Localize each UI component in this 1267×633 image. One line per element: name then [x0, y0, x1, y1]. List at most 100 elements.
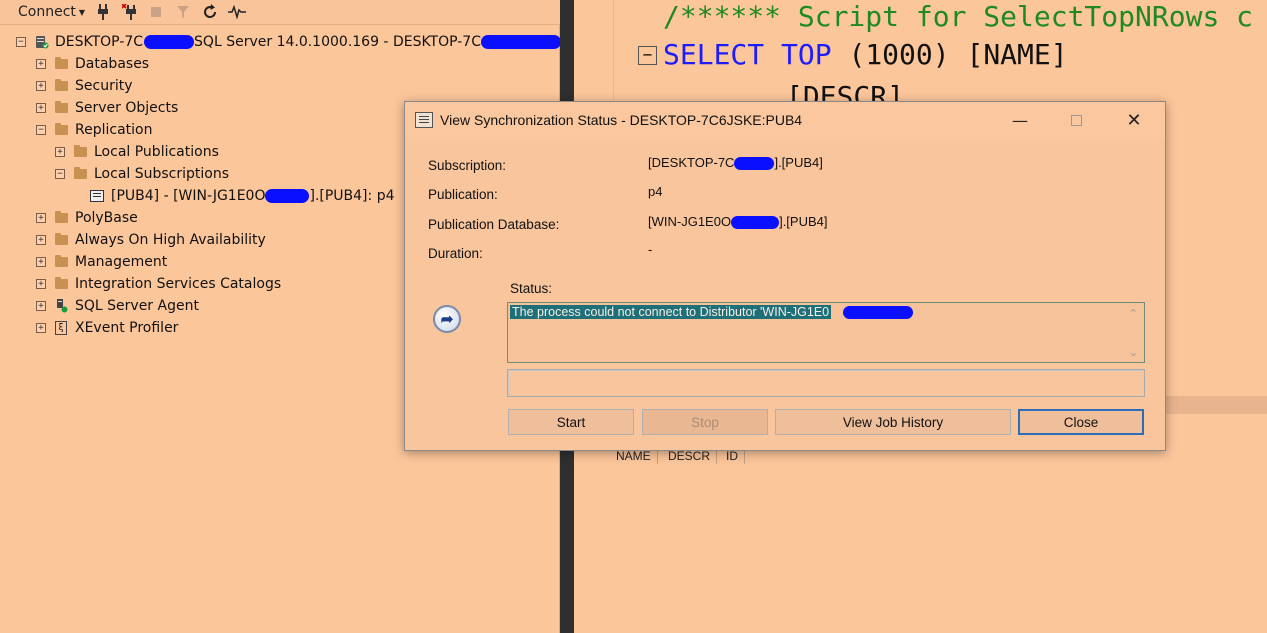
pubdb-value-suffix: ].[PUB4]	[779, 214, 828, 229]
tree-node-xevent-profiler[interactable]: + ξ XEvent Profiler	[36, 317, 178, 339]
disconnect-plug-icon[interactable]	[122, 3, 140, 21]
tree-node-always-on[interactable]: + Always On High Availability	[36, 229, 266, 251]
status-label: Status:	[510, 281, 553, 296]
redaction-mark	[731, 216, 780, 230]
connect-label: Connect	[18, 4, 76, 20]
folder-icon	[55, 57, 68, 69]
expand-icon[interactable]: +	[55, 147, 65, 157]
window-close-button[interactable]: ✕	[1111, 105, 1157, 135]
start-button[interactable]: Start	[508, 409, 634, 435]
tree-node-label: Always On High Availability	[75, 232, 266, 248]
publication-label: Publication:	[428, 187, 498, 202]
tree-node-label-prefix: [PUB4] - [WIN-JG1E0O	[111, 188, 266, 204]
folder-icon	[55, 277, 68, 289]
dialog-title: View Synchronization Status - DESKTOP-7C…	[440, 112, 803, 128]
dialog-app-icon	[415, 112, 433, 128]
tree-node-sql-server-agent[interactable]: + SQL Server Agent	[36, 295, 199, 317]
tree-node-replication[interactable]: − Replication	[36, 119, 152, 141]
column-name: [NAME]	[966, 38, 1068, 71]
subscription-value-prefix: [DESKTOP-7C	[648, 155, 735, 170]
view-job-history-button[interactable]: View Job History	[775, 409, 1011, 435]
expand-icon[interactable]: +	[36, 213, 46, 223]
maximize-button[interactable]	[1053, 105, 1099, 135]
tree-node-local-subscriptions[interactable]: − Local Subscriptions	[55, 163, 229, 185]
code-select-line[interactable]: SELECT TOP (1000) [NAME]	[663, 38, 1068, 71]
refresh-icon[interactable]	[202, 3, 218, 21]
dialog-title-bar[interactable]: View Synchronization Status - DESKTOP-7C…	[405, 102, 1165, 139]
expand-icon[interactable]: +	[36, 323, 46, 333]
code-collapse-toggle[interactable]: −	[638, 46, 657, 65]
folder-icon	[74, 167, 87, 179]
activity-monitor-icon[interactable]	[228, 3, 246, 21]
expand-icon[interactable]: +	[36, 301, 46, 311]
tree-node-label: Databases	[75, 56, 150, 72]
expand-icon[interactable]: +	[36, 81, 46, 91]
object-explorer-toolbar: Connect ▼	[0, 0, 560, 25]
top-number: 1000	[865, 38, 933, 71]
connect-plug-icon[interactable]	[96, 3, 110, 21]
maximize-icon	[1070, 114, 1082, 126]
duration-label: Duration:	[428, 246, 483, 261]
expand-icon[interactable]: +	[36, 59, 46, 69]
scroll-up-icon[interactable]: ⌃	[1129, 307, 1138, 320]
publication-database-label: Publication Database:	[428, 217, 560, 232]
collapse-icon[interactable]: −	[55, 169, 65, 179]
status-textbox[interactable]: The process could not connect to Distrib…	[507, 302, 1145, 363]
keyword-top: TOP	[781, 38, 832, 71]
server-icon	[35, 35, 49, 49]
tree-node-label: Integration Services Catalogs	[75, 276, 282, 292]
tree-node-label: Management	[75, 254, 168, 270]
folder-icon	[55, 79, 68, 91]
paren-open: (	[848, 38, 866, 71]
scroll-down-icon[interactable]: ⌄	[1129, 346, 1138, 359]
subscription-label: Subscription:	[428, 158, 507, 173]
tree-node-polybase[interactable]: + PolyBase	[36, 207, 138, 229]
expand-icon[interactable]: +	[36, 257, 46, 267]
stop-icon[interactable]	[150, 3, 162, 21]
tree-node-label-suffix: ].[PUB4]: p4	[309, 188, 395, 204]
folder-icon	[55, 255, 68, 267]
tree-node-databases[interactable]: + Databases	[36, 53, 149, 75]
expand-icon[interactable]: +	[36, 279, 46, 289]
folder-icon	[55, 123, 68, 135]
connect-dropdown[interactable]: Connect ▼	[18, 3, 85, 21]
code-comment-line[interactable]: /****** Script for SelectTopNRows c	[663, 0, 1253, 33]
tree-node-security[interactable]: + Security	[36, 75, 133, 97]
keyword-select: SELECT	[663, 38, 765, 71]
subscription-value-suffix: ].[PUB4]	[774, 155, 823, 170]
collapse-icon[interactable]: −	[16, 37, 26, 47]
progress-bar	[507, 369, 1145, 397]
tree-node-integration-services[interactable]: + Integration Services Catalogs	[36, 273, 281, 295]
filter-icon[interactable]	[176, 3, 190, 21]
tree-node-subscription-pub4[interactable]: [PUB4] - [WIN-JG1E0O ].[PUB4]: p4	[90, 185, 394, 207]
subscription-value: [DESKTOP-7C ].[PUB4]	[648, 155, 823, 171]
agent-icon	[55, 299, 68, 313]
server-label-prefix: DESKTOP-7C	[55, 34, 144, 50]
paren-close: )	[932, 38, 950, 71]
tree-node-local-publications[interactable]: + Local Publications	[55, 141, 219, 163]
stop-button[interactable]: Stop	[642, 409, 768, 435]
folder-icon	[55, 101, 68, 113]
sync-status-dialog: View Synchronization Status - DESKTOP-7C…	[404, 101, 1166, 451]
tree-node-management[interactable]: + Management	[36, 251, 167, 273]
sync-arrow-icon: ➦	[433, 305, 461, 333]
expand-icon[interactable]: +	[36, 235, 46, 245]
tree-node-label: Security	[75, 78, 133, 94]
status-message-text: The process could not connect to Distrib…	[512, 305, 830, 319]
tree-node-server[interactable]: − DESKTOP-7C SQL Server 14.0.1000.169 - D…	[16, 31, 561, 53]
server-label-mid: SQL Server 14.0.1000.169 - DESKTOP-7C	[194, 34, 481, 50]
expand-icon[interactable]: +	[36, 103, 46, 113]
subscription-icon	[90, 190, 104, 202]
minimize-button[interactable]: —	[997, 105, 1043, 135]
pubdb-value-prefix: [WIN-JG1E0O	[648, 214, 732, 229]
xevent-icon: ξ	[55, 321, 67, 335]
folder-icon	[55, 233, 68, 245]
tree-node-server-objects[interactable]: + Server Objects	[36, 97, 178, 119]
status-message: The process could not connect to Distrib…	[510, 305, 832, 319]
tree-node-label: Local Publications	[94, 144, 219, 160]
close-button[interactable]: Close	[1018, 409, 1144, 435]
collapse-icon[interactable]: −	[36, 125, 46, 135]
minimize-icon: —	[1012, 110, 1028, 130]
redaction-mark	[843, 306, 913, 319]
publication-value: p4	[648, 184, 663, 199]
